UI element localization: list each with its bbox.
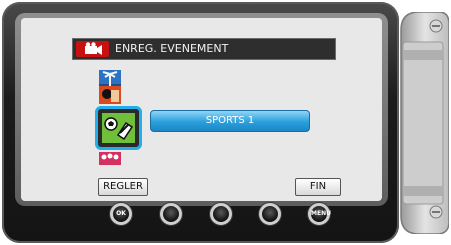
selected-value-bar[interactable]: SPORTS 1 xyxy=(150,110,310,132)
hinge xyxy=(400,12,449,234)
set-button[interactable]: REGLER xyxy=(98,178,148,196)
menu-button[interactable]: MENU xyxy=(308,203,331,225)
end-button[interactable]: FIN xyxy=(295,178,341,196)
ok-button[interactable]: OK xyxy=(110,203,132,225)
camera-body: ENREG. EVENEMENT SPORTS 1 REGLER FIN OK … xyxy=(2,2,399,243)
soccer-kick-icon xyxy=(102,113,135,143)
list-item-sports-selected[interactable] xyxy=(95,106,142,150)
menu-title: ENREG. EVENEMENT xyxy=(115,42,229,55)
hardware-button-3[interactable] xyxy=(210,203,232,225)
hardware-button-4[interactable] xyxy=(259,203,281,225)
crowd-icon xyxy=(99,152,121,165)
portrait-icon xyxy=(99,86,121,104)
video-camera-icon xyxy=(76,41,109,57)
list-item-crowd[interactable] xyxy=(93,150,127,166)
menu-header: ENREG. EVENEMENT xyxy=(72,38,336,60)
hardware-button-2[interactable] xyxy=(160,203,182,225)
